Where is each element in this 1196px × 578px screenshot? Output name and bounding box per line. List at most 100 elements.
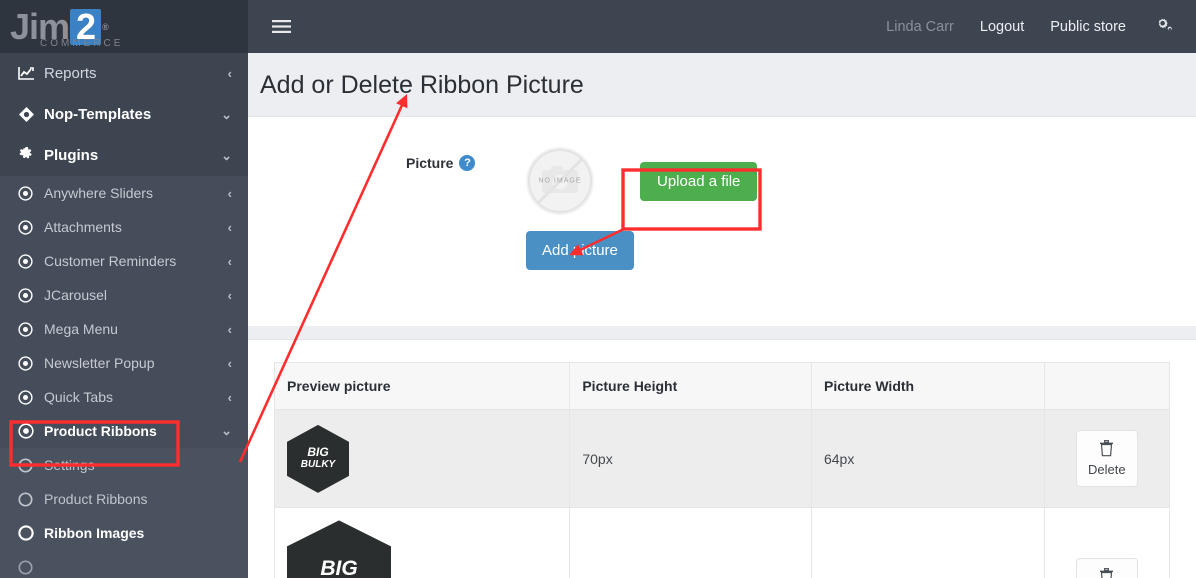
sidebar-item-reports[interactable]: Reports ‹ [0,53,248,94]
sidebar-item-label: Settings [44,457,232,473]
cell-preview: BIG BULKY [275,508,570,578]
public-store-link[interactable]: Public store [1050,19,1126,35]
column-header-preview[interactable]: Preview picture [275,363,570,410]
sidebar-item-customer-reminders[interactable]: Customer Reminders ‹ [0,244,248,278]
circle-icon [18,525,44,541]
table-row: BIG BULKY 70px 64px Delete [275,410,1170,508]
chevron-left-icon: ‹ [228,322,232,337]
chevron-left-icon: ‹ [228,390,232,405]
sidebar-item-newsletter-popup[interactable]: Newsletter Popup ‹ [0,346,248,380]
ribbon-preview-badge: BIG BULKY [287,520,391,578]
add-picture-button[interactable]: Add picture [526,231,634,270]
admin-page: Jim 2 ® COMMERCE Reports ‹ Nop-Templates [0,0,1196,578]
ribbon-preview-badge: BIG BULKY [287,425,349,493]
chart-line-icon [18,66,44,81]
radio-dot-icon [18,423,44,439]
brand-logo[interactable]: Jim 2 ® COMMERCE [0,0,248,53]
sidebar-item-settings[interactable]: Settings [0,448,248,482]
trash-icon [1099,440,1114,457]
ribbon-images-table-panel: Preview picture Picture Height Picture W… [248,339,1196,578]
cell-width [811,508,1044,578]
puzzle-icon [18,147,44,164]
panel-divider [248,326,1196,339]
chevron-left-icon: ‹ [228,66,232,81]
question-mark-icon[interactable]: ? [459,155,475,171]
sidebar-item-label: Product Ribbons [44,423,221,439]
radio-dot-icon [18,356,44,371]
cell-preview: BIG BULKY [275,410,570,508]
no-image-placeholder: NO IMAGE [526,147,594,215]
chevron-down-icon: ⌄ [221,423,232,439]
diamond-icon [18,106,44,123]
badge-line-1: BIG [320,558,357,578]
chevron-left-icon: ‹ [228,220,232,235]
circle-icon [18,458,44,473]
sidebar-item-anywhere-sliders[interactable]: Anywhere Sliders ‹ [0,176,248,210]
chevron-down-icon: ⌄ [221,107,232,123]
upload-a-file-button[interactable]: Upload a file [640,162,757,201]
sidebar-item-product-ribbons[interactable]: Product Ribbons ⌄ [0,414,248,448]
sidebar-item-plugins[interactable]: Plugins ⌄ [0,135,248,176]
badge-line-2: BULKY [301,459,335,471]
column-header-height[interactable]: Picture Height [570,363,812,410]
chevron-down-icon: ⌄ [221,148,232,164]
chevron-left-icon: ‹ [228,254,232,269]
radio-dot-icon [18,322,44,337]
sidebar-item-product-ribbons-child[interactable]: Product Ribbons [0,482,248,516]
delete-button[interactable] [1076,558,1138,578]
sidebar: Jim 2 ® COMMERCE Reports ‹ Nop-Templates [0,0,248,578]
column-header-width[interactable]: Picture Width [811,363,1044,410]
sidebar-item-quick-tabs[interactable]: Quick Tabs ‹ [0,380,248,414]
cell-height: 70px [570,410,812,508]
sidebar-item-ribbon-images[interactable]: Ribbon Images [0,516,248,550]
topbar-right-group: Linda Carr Logout Public store [886,17,1174,36]
page-header: Add or Delete Ribbon Picture [248,53,1196,116]
chevron-left-icon: ‹ [228,186,232,201]
circle-icon [18,492,44,507]
cell-actions [1044,508,1169,578]
cell-width: 64px [811,410,1044,508]
picture-label: Picture [406,155,453,171]
sidebar-item-label: Mega Menu [44,321,228,337]
sidebar-item-mega-menu[interactable]: Mega Menu ‹ [0,312,248,346]
table-head: Preview picture Picture Height Picture W… [275,363,1170,410]
column-header-actions [1044,363,1169,410]
cogs-icon[interactable] [1152,17,1174,36]
delete-button[interactable]: Delete [1076,430,1138,487]
sidebar-item-label: Nop-Templates [44,106,221,123]
ribbon-images-table: Preview picture Picture Height Picture W… [274,362,1170,578]
sidebar-item-partial[interactable] [0,550,248,578]
radio-dot-icon [18,254,44,269]
table-header-row: Preview picture Picture Height Picture W… [275,363,1170,410]
upload-panel: Picture ? NO IMAGE [248,116,1196,326]
badge-line-1: BIG [307,446,328,459]
delete-button-label: Delete [1088,462,1126,477]
circle-icon [18,560,44,575]
sidebar-item-nop-templates[interactable]: Nop-Templates ⌄ [0,94,248,135]
table-body: BIG BULKY 70px 64px Delete [275,410,1170,578]
picture-label-group: Picture ? [406,147,526,171]
picture-form-row: Picture ? NO IMAGE [248,147,1196,270]
radio-dot-icon [18,220,44,235]
chevron-left-icon: ‹ [228,356,232,371]
current-user-name: Linda Carr [886,19,954,35]
sidebar-item-label: Newsletter Popup [44,355,228,371]
upload-controls: NO IMAGE Upload a file Add picture [526,147,757,270]
product-ribbons-submenu: Settings Product Ribbons Ribbon Images [0,448,248,578]
plugins-submenu: Anywhere Sliders ‹ Attachments ‹ Custome… [0,176,248,448]
chevron-left-icon: ‹ [228,288,232,303]
sidebar-item-label: Ribbon Images [44,525,232,541]
logo-subtitle: COMMERCE [40,38,123,49]
main-area: Linda Carr Logout Public store Add [248,0,1196,578]
logout-link[interactable]: Logout [980,19,1024,35]
sidebar-item-label: Anywhere Sliders [44,185,228,201]
hamburger-icon[interactable] [272,19,291,34]
radio-dot-icon [18,186,44,201]
sidebar-item-attachments[interactable]: Attachments ‹ [0,210,248,244]
sidebar-item-label: JCarousel [44,287,228,303]
sidebar-item-jcarousel[interactable]: JCarousel ‹ [0,278,248,312]
upload-row: NO IMAGE Upload a file [526,147,757,215]
radio-dot-icon [18,288,44,303]
page-title: Add or Delete Ribbon Picture [260,71,1196,100]
radio-dot-icon [18,390,44,405]
